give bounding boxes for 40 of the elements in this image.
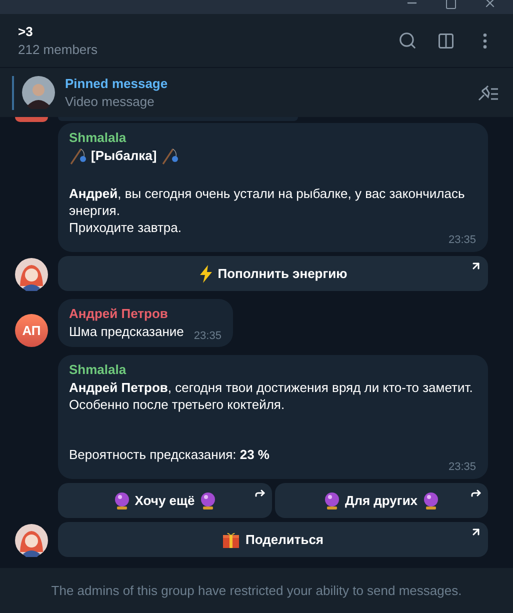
message-text: Андрей, вы сегодня очень устали на рыбалке, у вас закончилась энергия. xyxy=(69,185,466,219)
inline-button[interactable]: Хочу ещё xyxy=(58,483,272,518)
share-icon xyxy=(254,487,266,499)
open-link-icon xyxy=(470,260,482,272)
lightning-icon xyxy=(198,264,213,282)
close-icon[interactable] xyxy=(483,0,497,10)
fishing-rod-icon xyxy=(160,147,179,165)
message-text: Приходите завтра. xyxy=(69,219,182,236)
author-name: Андрей Петров xyxy=(69,305,169,323)
author-name: Shmalala xyxy=(69,361,128,379)
fishing-rod-icon xyxy=(69,147,87,165)
inline-button[interactable]: Пополнить энергию xyxy=(58,256,488,291)
inline-button[interactable]: Поделиться xyxy=(58,522,488,557)
member-count: 212 members xyxy=(18,40,98,58)
crystal-ball-icon xyxy=(422,492,439,510)
crystal-ball-icon xyxy=(324,492,340,510)
sidebar-toggle-icon[interactable] xyxy=(437,32,455,50)
chat-title: >3 xyxy=(18,22,34,40)
share-icon xyxy=(470,487,482,499)
inline-button[interactable]: Для других xyxy=(274,483,488,518)
pinned-text: Video message xyxy=(65,92,156,110)
crystal-ball-icon xyxy=(114,492,130,510)
message-heading: [Рыбалка] xyxy=(91,147,157,165)
pinned-bar[interactable]: Pinned message Video message xyxy=(0,68,513,117)
pin-list-icon[interactable] xyxy=(477,84,499,102)
restriction-notice: The admins of this group have restricted your ability to send messages. xyxy=(0,568,513,613)
message-time: 23:35 xyxy=(448,460,476,474)
open-link-icon xyxy=(470,526,482,538)
gift-icon xyxy=(222,530,240,548)
message-text: Андрей Петров, сегодня твои достижения вряд ли кто-то заметит. Особенно после третьего коктейля. xyxy=(69,379,474,413)
message-text: Шма предсказание xyxy=(69,323,184,340)
search-icon[interactable] xyxy=(398,31,417,50)
maximize-icon[interactable] xyxy=(445,0,457,10)
avatar: АП xyxy=(15,314,48,347)
pinned-title: Pinned message xyxy=(65,74,169,92)
author-name: Shmalala xyxy=(69,129,128,147)
crystal-ball-icon xyxy=(200,492,216,510)
message-time: 23:35 xyxy=(448,233,476,247)
message-time: 23:35 xyxy=(194,329,222,343)
message-text: Вероятность предсказания: 23 % xyxy=(69,446,270,463)
